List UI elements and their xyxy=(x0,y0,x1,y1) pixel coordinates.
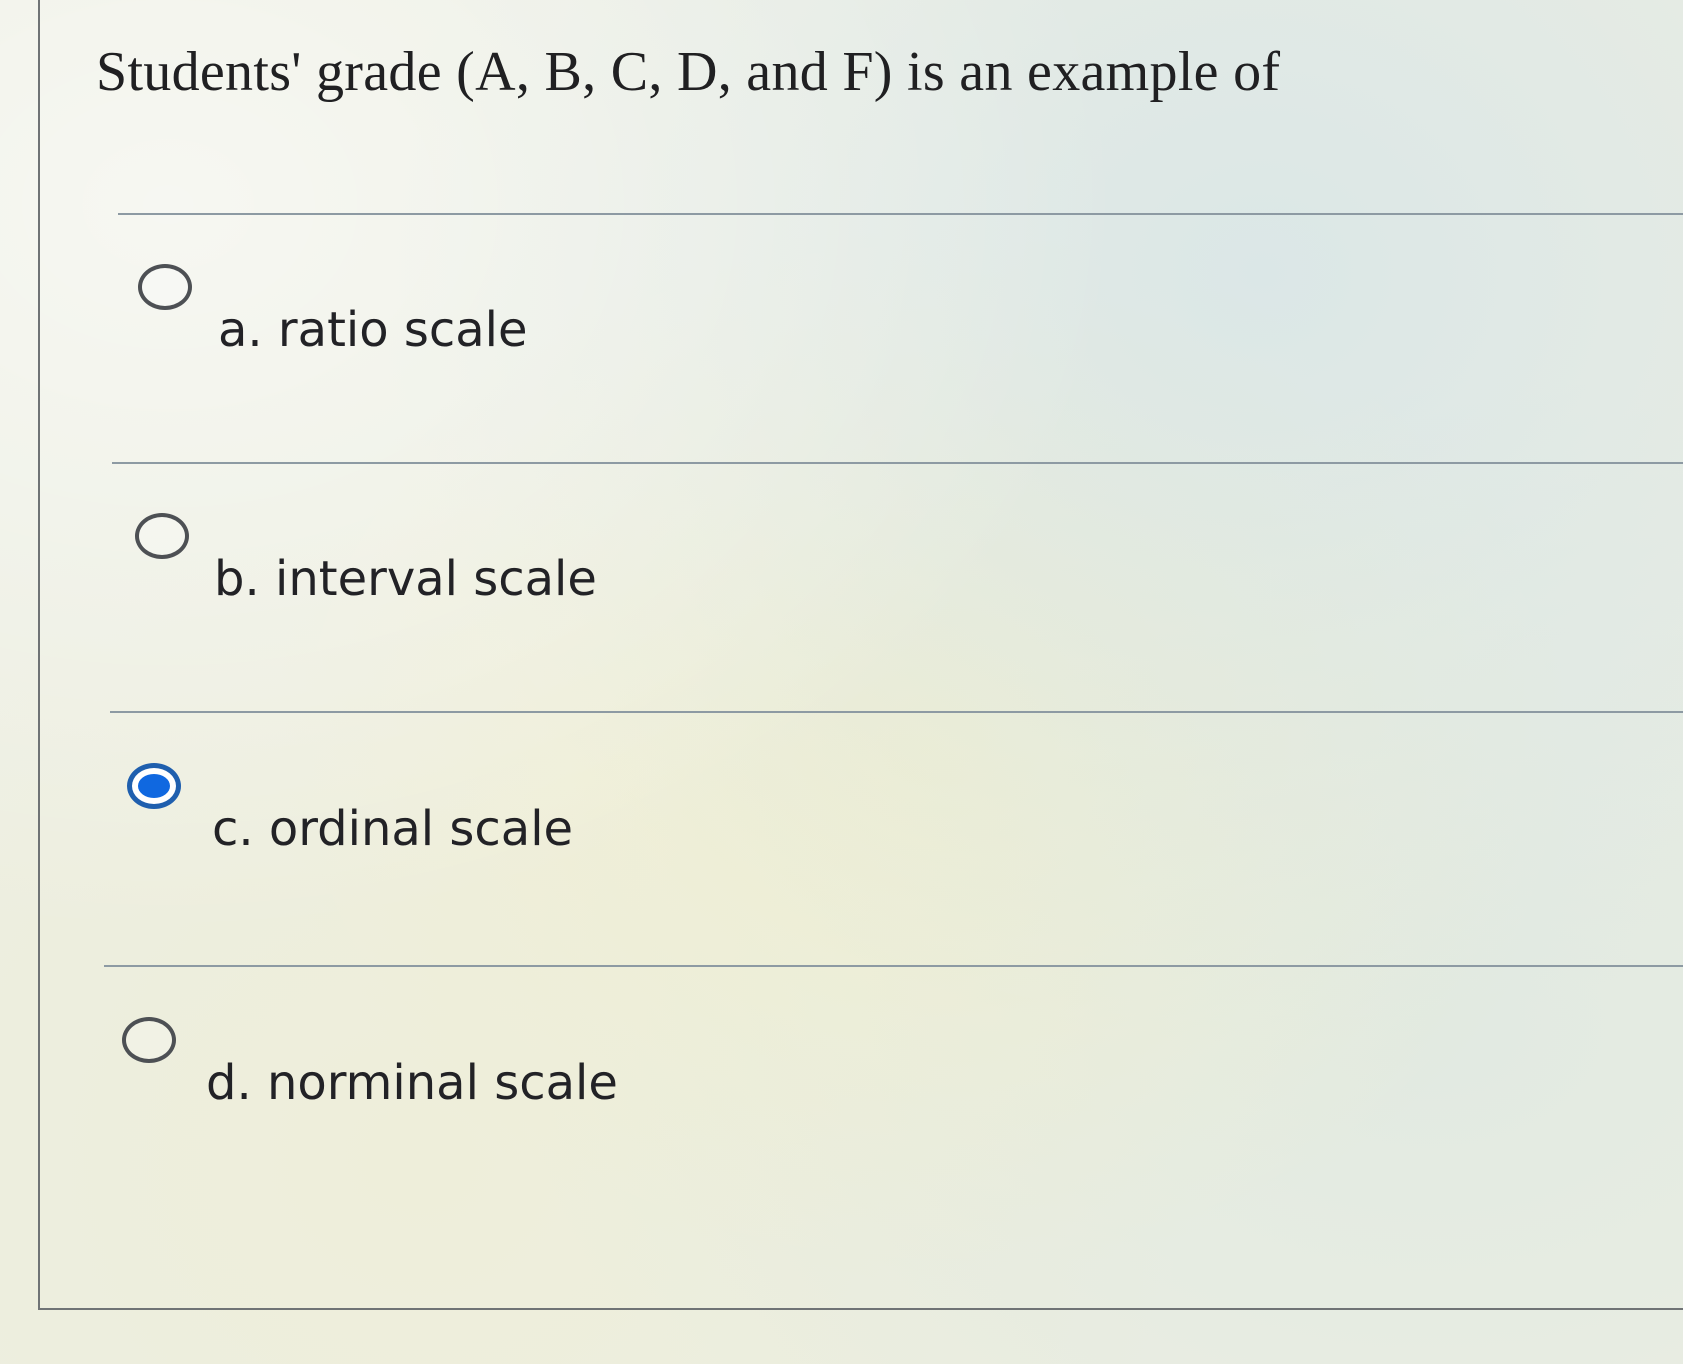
question-text: Students' grade (A, B, C, D, and F) is a… xyxy=(96,41,1281,103)
divider xyxy=(112,462,1683,464)
selected-dot-icon xyxy=(138,774,170,798)
answer-option-b[interactable]: b. interval scale xyxy=(0,500,1683,700)
answer-option-d[interactable]: d. norminal scale xyxy=(0,1005,1683,1205)
answer-label-c[interactable]: c. ordinal scale xyxy=(212,801,573,857)
answer-label-a[interactable]: a. ratio scale xyxy=(218,302,528,358)
radio-button-c-selected[interactable] xyxy=(127,763,181,809)
radio-button-a[interactable] xyxy=(138,264,192,310)
divider xyxy=(104,965,1683,967)
radio-button-d[interactable] xyxy=(122,1017,176,1063)
answer-option-a[interactable]: a. ratio scale xyxy=(0,250,1683,450)
answer-label-b[interactable]: b. interval scale xyxy=(214,551,597,607)
divider xyxy=(110,711,1683,713)
divider xyxy=(118,213,1683,215)
radio-button-b[interactable] xyxy=(135,513,189,559)
answer-label-d[interactable]: d. norminal scale xyxy=(206,1055,618,1111)
answer-option-c[interactable]: c. ordinal scale xyxy=(0,750,1683,950)
